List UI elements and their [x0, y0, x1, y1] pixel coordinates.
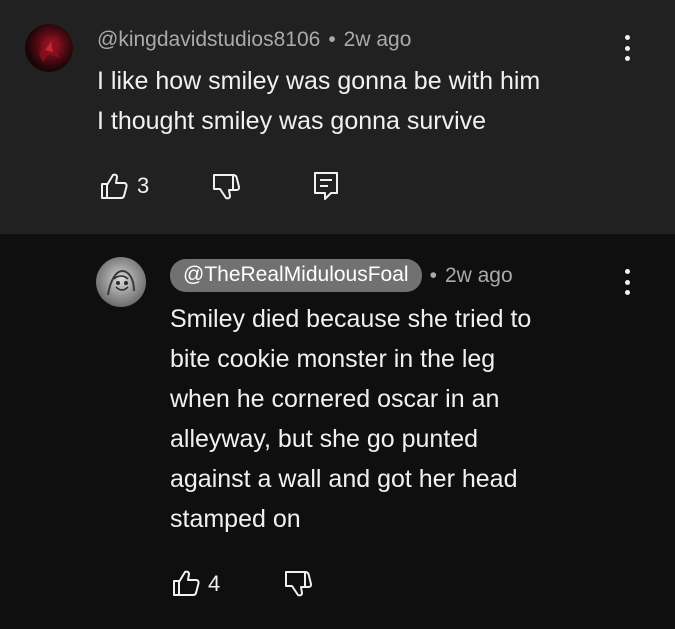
thumbs-down-icon[interactable]: [211, 172, 241, 202]
thumbs-up-icon[interactable]: [99, 171, 129, 201]
avatar-image: [39, 34, 61, 62]
reply-line: against a wall and got her head: [170, 465, 518, 493]
comment-time[interactable]: 2w ago: [344, 28, 412, 51]
thumbs-up-icon[interactable]: [171, 568, 201, 598]
author-handle-pill[interactable]: @TheRealMidulousFoal: [170, 259, 422, 292]
avatar-image: [107, 269, 135, 296]
like-count: 3: [137, 173, 150, 198]
avatar[interactable]: [25, 24, 73, 72]
comment-text: I like how smiley was gonna be with him …: [97, 61, 637, 141]
reply-icon[interactable]: [312, 170, 340, 202]
reply-avatar[interactable]: [96, 257, 146, 307]
reply-line: bite cookie monster in the leg: [170, 345, 496, 373]
comment-line: I like how smiley was gonna be with him: [97, 67, 541, 95]
reply-line: stamped on: [170, 505, 301, 533]
author-handle[interactable]: @kingdavidstudios8106: [97, 28, 320, 51]
meta-separator: •: [328, 28, 336, 51]
comment-line: I thought smiley was gonna survive: [97, 107, 487, 135]
reply-meta: @TheRealMidulousFoal • 2w ago: [170, 259, 513, 292]
reply-line: when he cornered oscar in an: [170, 385, 500, 413]
more-vert-icon[interactable]: [617, 269, 637, 295]
reply-text: Smiley died because she tried to bite co…: [170, 299, 610, 539]
comment-meta: @kingdavidstudios8106 • 2w ago: [97, 28, 411, 52]
reply-time[interactable]: 2w ago: [445, 264, 513, 288]
reply-line: alleyway, but she go punted: [170, 425, 479, 453]
meta-separator: •: [429, 263, 437, 287]
thumbs-down-icon[interactable]: [283, 569, 313, 599]
reply-line: Smiley died because she tried to: [170, 305, 532, 333]
more-vert-icon[interactable]: [617, 35, 637, 61]
like-count: 4: [208, 571, 221, 596]
